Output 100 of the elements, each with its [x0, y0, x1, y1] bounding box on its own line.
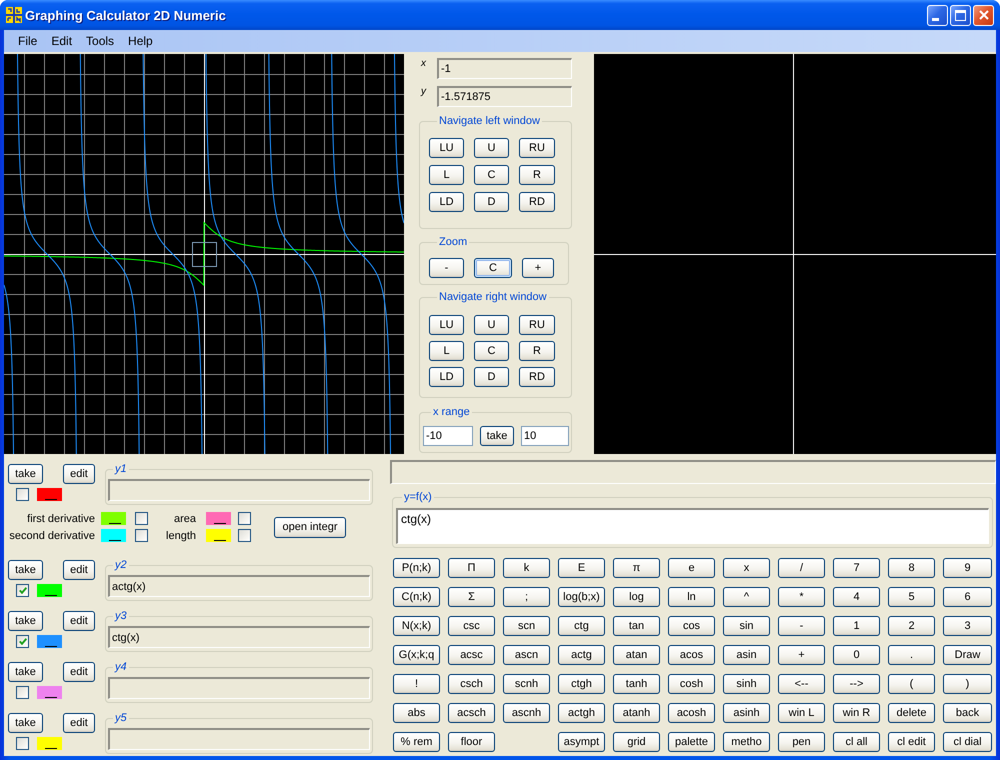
keypad-button[interactable]: N(x;k) — [393, 616, 440, 636]
menu-item[interactable]: Help — [121, 30, 160, 52]
keypad-button[interactable]: C(n;k) — [393, 587, 440, 607]
navigate-button[interactable]: LU — [429, 315, 464, 335]
checkbox[interactable] — [16, 686, 29, 699]
function-field[interactable] — [108, 728, 370, 750]
keypad-button[interactable]: 1 — [833, 616, 880, 636]
keypad-button[interactable]: --> — [833, 674, 880, 694]
keypad-button[interactable]: win L — [778, 703, 825, 723]
keypad-button[interactable]: . — [888, 645, 935, 665]
keypad-button[interactable]: 9 — [943, 558, 992, 578]
keypad-button[interactable]: ! — [393, 674, 440, 694]
keypad-button[interactable]: floor — [448, 732, 495, 752]
navigate-button[interactable]: LU — [429, 138, 464, 158]
navigate-button[interactable]: D — [474, 367, 509, 387]
keypad-button[interactable]: grid — [613, 732, 660, 752]
maximize-button[interactable] — [950, 4, 971, 26]
keypad-button[interactable]: G(x;k;q — [393, 645, 440, 665]
keypad-button[interactable]: abs — [393, 703, 440, 723]
minimize-button[interactable] — [927, 4, 948, 26]
color-swatch-icon[interactable] — [37, 488, 62, 501]
navigate-button[interactable]: LD — [429, 367, 464, 387]
keypad-button[interactable]: <-- — [778, 674, 825, 694]
edit-button[interactable]: edit — [63, 713, 95, 733]
keypad-button[interactable]: x — [723, 558, 770, 578]
keypad-button[interactable]: csc — [448, 616, 495, 636]
integral-button[interactable]: open integr — [274, 516, 346, 538]
navigate-button[interactable]: U — [474, 138, 509, 158]
color-swatch-icon[interactable] — [101, 529, 126, 542]
color-swatch-icon[interactable] — [37, 686, 62, 699]
zoom-button[interactable]: - — [429, 258, 464, 278]
keypad-button[interactable]: asin — [723, 645, 770, 665]
keypad-button[interactable]: scn — [503, 616, 550, 636]
keypad-button[interactable]: ascn — [503, 645, 550, 665]
color-swatch-icon[interactable] — [206, 512, 231, 525]
coordinate-field[interactable]: -1.571875 — [437, 86, 572, 107]
color-swatch-icon[interactable] — [101, 512, 126, 525]
keypad-button[interactable]: atan — [613, 645, 660, 665]
keypad-button[interactable]: Π — [448, 558, 495, 578]
keypad-button[interactable]: ascnh — [503, 703, 550, 723]
keypad-button[interactable]: metho — [723, 732, 770, 752]
color-swatch-icon[interactable] — [37, 635, 62, 648]
edit-button[interactable]: edit — [63, 611, 95, 631]
menu-item[interactable]: Tools — [79, 30, 122, 52]
keypad-button[interactable]: acosh — [668, 703, 715, 723]
keypad-button[interactable]: back — [943, 703, 992, 723]
edit-button[interactable]: edit — [63, 560, 95, 580]
keypad-button[interactable]: - — [778, 616, 825, 636]
keypad-button[interactable]: P(n;k) — [393, 558, 440, 578]
keypad-button[interactable]: 3 — [943, 616, 992, 636]
keypad-button[interactable]: e — [668, 558, 715, 578]
keypad-button[interactable]: acsch — [448, 703, 495, 723]
keypad-button[interactable]: ) — [943, 674, 992, 694]
navigate-button[interactable]: D — [474, 192, 509, 212]
keypad-button[interactable]: 7 — [833, 558, 880, 578]
keypad-button[interactable]: 4 — [833, 587, 880, 607]
navigate-button[interactable]: RD — [519, 192, 555, 212]
keypad-button[interactable]: ln — [668, 587, 715, 607]
keypad-button[interactable]: sin — [723, 616, 770, 636]
keypad-button[interactable]: cl dial — [943, 732, 992, 752]
zoom-button[interactable]: C — [474, 258, 512, 278]
take-button[interactable]: take — [8, 662, 43, 682]
navigate-button[interactable]: R — [519, 341, 555, 361]
keypad-button[interactable]: acsc — [448, 645, 495, 665]
keypad-button[interactable]: asinh — [723, 703, 770, 723]
keypad-button[interactable]: scnh — [503, 674, 550, 694]
keypad-button[interactable]: cl edit — [888, 732, 935, 752]
keypad-button[interactable]: ^ — [723, 587, 770, 607]
navigate-button[interactable]: RD — [519, 367, 555, 387]
checkbox[interactable] — [238, 512, 251, 525]
function-field[interactable]: actg(x) — [108, 575, 370, 597]
keypad-button[interactable]: 8 — [888, 558, 935, 578]
keypad-button[interactable]: asympt — [558, 732, 605, 752]
keypad-button[interactable]: pen — [778, 732, 825, 752]
keypad-button[interactable]: log(b;x) — [558, 587, 605, 607]
keypad-button[interactable]: 2 — [888, 616, 935, 636]
navigate-button[interactable]: LD — [429, 192, 464, 212]
keypad-button[interactable]: cl all — [833, 732, 880, 752]
keypad-button[interactable]: Draw — [943, 645, 992, 665]
checkbox[interactable] — [135, 529, 148, 542]
take-button[interactable]: take — [8, 464, 43, 484]
keypad-button[interactable]: csch — [448, 674, 495, 694]
keypad-button[interactable]: 6 — [943, 587, 992, 607]
keypad-button[interactable]: sinh — [723, 674, 770, 694]
status-field[interactable] — [390, 460, 996, 484]
take-button[interactable]: take — [8, 713, 43, 733]
navigate-button[interactable]: RU — [519, 315, 555, 335]
keypad-button[interactable]: win R — [833, 703, 880, 723]
checkbox[interactable] — [16, 488, 29, 501]
range-from-field[interactable]: -10 — [423, 426, 473, 446]
color-swatch-icon[interactable] — [206, 529, 231, 542]
color-swatch-icon[interactable] — [37, 737, 62, 750]
keypad-button[interactable]: delete — [888, 703, 935, 723]
keypad-button[interactable]: ctgh — [558, 674, 605, 694]
checkbox[interactable] — [16, 737, 29, 750]
keypad-button[interactable]: atanh — [613, 703, 660, 723]
menu-item[interactable]: File — [11, 30, 44, 52]
edit-button[interactable]: edit — [63, 464, 95, 484]
keypad-button[interactable]: ; — [503, 587, 550, 607]
take-button[interactable]: take — [480, 426, 514, 446]
